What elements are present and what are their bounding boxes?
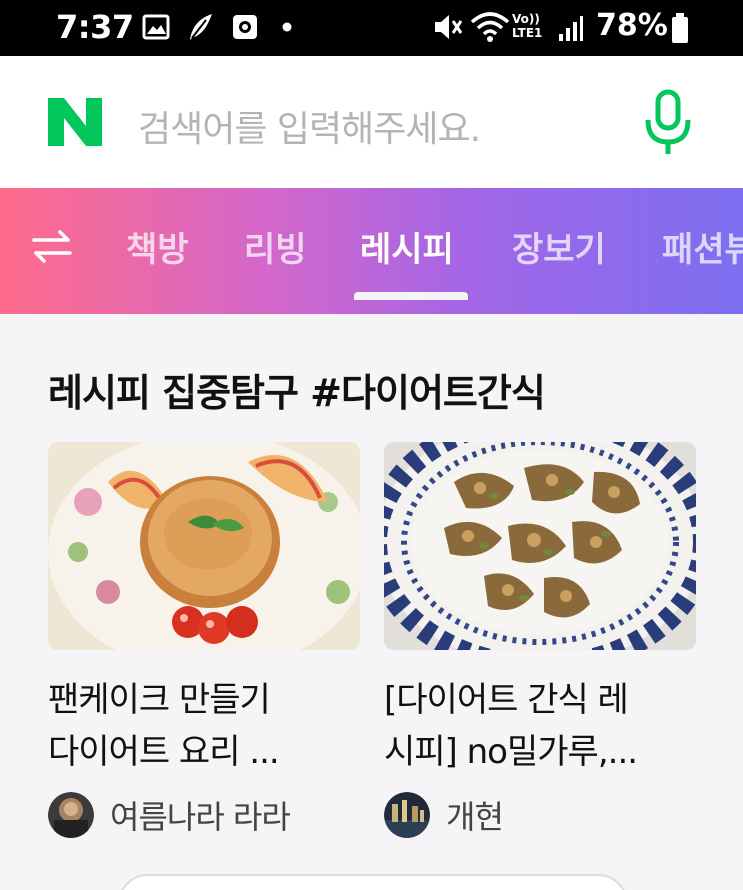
status-bar: 7:37 Vo)) LTE1 78%: [0, 0, 743, 56]
card-title[interactable]: [다이어트 간식 레 시피] no밀가루,...: [384, 674, 696, 778]
granola-photo[interactable]: [384, 442, 696, 650]
tab-recipe[interactable]: 레시피: [360, 222, 454, 271]
pancake-photo[interactable]: [48, 442, 360, 650]
microphone-icon[interactable]: [640, 88, 696, 156]
author-name: 여름나라 라라: [110, 798, 291, 836]
author-row[interactable]: 개현: [384, 790, 696, 840]
category-tabbar: 책방 리빙 레시피 장보기 패션뷰: [0, 188, 743, 314]
mute-icon: [435, 15, 463, 39]
leaf-icon: [190, 14, 212, 40]
wifi-icon: [470, 12, 510, 42]
author-row[interactable]: 여름나라 라라: [48, 790, 360, 840]
network-label: Vo)) LTE1: [512, 12, 543, 40]
search-bar: 검색어를 입력해주세요.: [0, 56, 743, 188]
dot-icon: [282, 22, 292, 32]
more-button[interactable]: [118, 874, 628, 890]
battery-icon: [672, 13, 688, 43]
tab-bookstore[interactable]: 책방: [126, 222, 189, 271]
active-tab-indicator: [354, 292, 468, 300]
recipe-card[interactable]: 팬케이크 만들기 다이어트 요리 ... 여름나라 라라: [48, 442, 360, 840]
recipe-card[interactable]: [다이어트 간식 레 시피] no밀가루,... 개현: [384, 442, 696, 840]
card-title-line: [다이어트 간식 레: [384, 680, 629, 720]
card-title-line: 시피] no밀가루,...: [384, 732, 638, 772]
naver-logo-icon[interactable]: [46, 96, 104, 148]
card-title-line: 다이어트 요리 ...: [48, 732, 280, 772]
signal-icon: [559, 16, 583, 41]
tab-grocery[interactable]: 장보기: [512, 222, 606, 271]
granola-image: [384, 442, 696, 650]
swap-arrows-icon[interactable]: [30, 226, 74, 266]
gallery-icon: [142, 14, 170, 40]
author-name: 개현: [446, 798, 504, 836]
tab-living[interactable]: 리빙: [244, 222, 307, 271]
pancake-image: [48, 442, 360, 650]
tab-fashion[interactable]: 패션뷰: [662, 222, 743, 271]
search-input[interactable]: 검색어를 입력해주세요.: [138, 100, 481, 152]
media-icon: [233, 15, 257, 39]
battery-percent: 78%: [596, 8, 668, 43]
avatar: [48, 792, 94, 838]
status-time: 7:37: [56, 8, 134, 46]
avatar: [384, 792, 430, 838]
card-title[interactable]: 팬케이크 만들기 다이어트 요리 ...: [48, 674, 360, 778]
card-title-line: 팬케이크 만들기: [48, 680, 271, 720]
section-title: 레시피 집중탐구 #다이어트간식: [48, 371, 546, 415]
